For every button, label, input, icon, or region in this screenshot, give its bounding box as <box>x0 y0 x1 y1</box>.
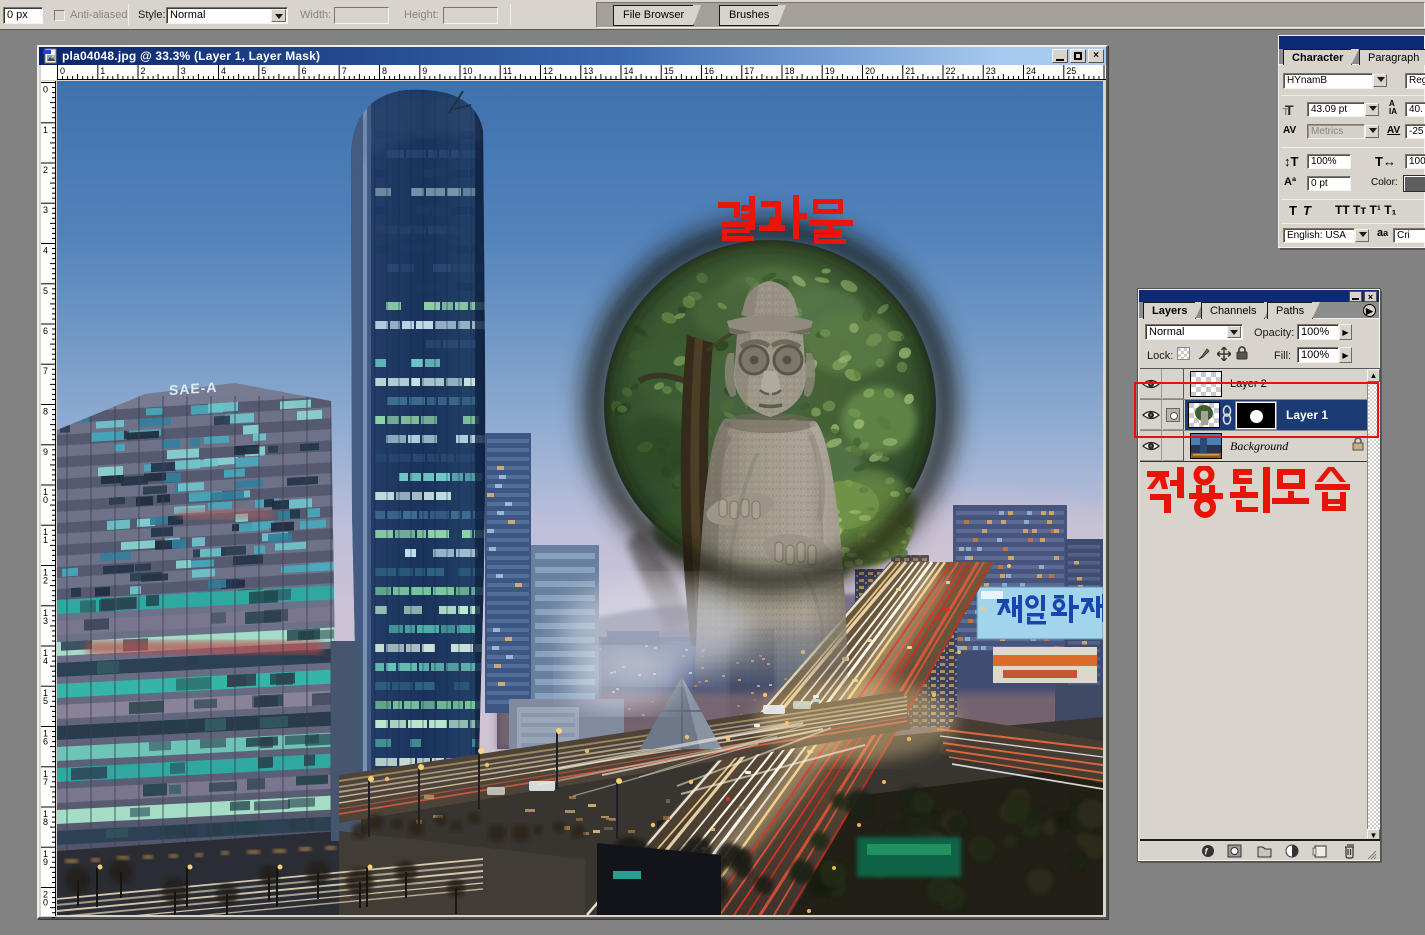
svg-text:SAE-A: SAE-A <box>169 379 218 398</box>
svg-text:3: 3 <box>181 66 186 76</box>
svg-text:4: 4 <box>43 656 48 666</box>
svg-text:8: 8 <box>43 817 48 827</box>
svg-text:5: 5 <box>43 696 48 706</box>
svg-text:9: 9 <box>43 447 48 457</box>
svg-text:3: 3 <box>43 205 48 215</box>
svg-text:0: 0 <box>43 85 48 95</box>
svg-text:1: 1 <box>43 535 48 545</box>
svg-text:5: 5 <box>261 66 266 76</box>
svg-text:18: 18 <box>785 66 795 76</box>
svg-text:24: 24 <box>1026 66 1036 76</box>
svg-text:8: 8 <box>43 407 48 417</box>
svg-text:11: 11 <box>503 66 512 76</box>
svg-text:4: 4 <box>221 66 226 76</box>
svg-text:1: 1 <box>43 125 48 135</box>
svg-text:7: 7 <box>43 366 48 376</box>
svg-text:1: 1 <box>100 66 105 76</box>
svg-text:0: 0 <box>60 66 65 76</box>
svg-text:2: 2 <box>141 66 146 76</box>
svg-text:2: 2 <box>43 576 48 586</box>
svg-text:14: 14 <box>624 66 634 76</box>
svg-text:19: 19 <box>825 66 835 76</box>
svg-text:2: 2 <box>43 165 48 175</box>
svg-text:0: 0 <box>43 495 48 505</box>
svg-text:4: 4 <box>43 246 48 256</box>
svg-text:5: 5 <box>43 286 48 296</box>
svg-text:6: 6 <box>43 737 48 747</box>
svg-text:8: 8 <box>382 66 387 76</box>
svg-text:12: 12 <box>543 66 553 76</box>
svg-text:20: 20 <box>865 66 875 76</box>
svg-text:6: 6 <box>302 66 307 76</box>
svg-text:23: 23 <box>986 66 996 76</box>
svg-text:21: 21 <box>905 66 915 76</box>
svg-text:9: 9 <box>43 857 48 867</box>
svg-text:0: 0 <box>43 898 48 908</box>
svg-text:3: 3 <box>43 616 48 626</box>
svg-text:7: 7 <box>43 777 48 787</box>
svg-text:15: 15 <box>664 66 674 76</box>
svg-text:10: 10 <box>463 66 473 76</box>
svg-text:17: 17 <box>744 66 754 76</box>
svg-text:7: 7 <box>342 66 347 76</box>
svg-text:25: 25 <box>1066 66 1076 76</box>
svg-text:16: 16 <box>704 66 714 76</box>
svg-text:6: 6 <box>43 326 48 336</box>
svg-text:22: 22 <box>946 66 956 76</box>
svg-text:13: 13 <box>583 66 593 76</box>
svg-text:9: 9 <box>422 66 427 76</box>
